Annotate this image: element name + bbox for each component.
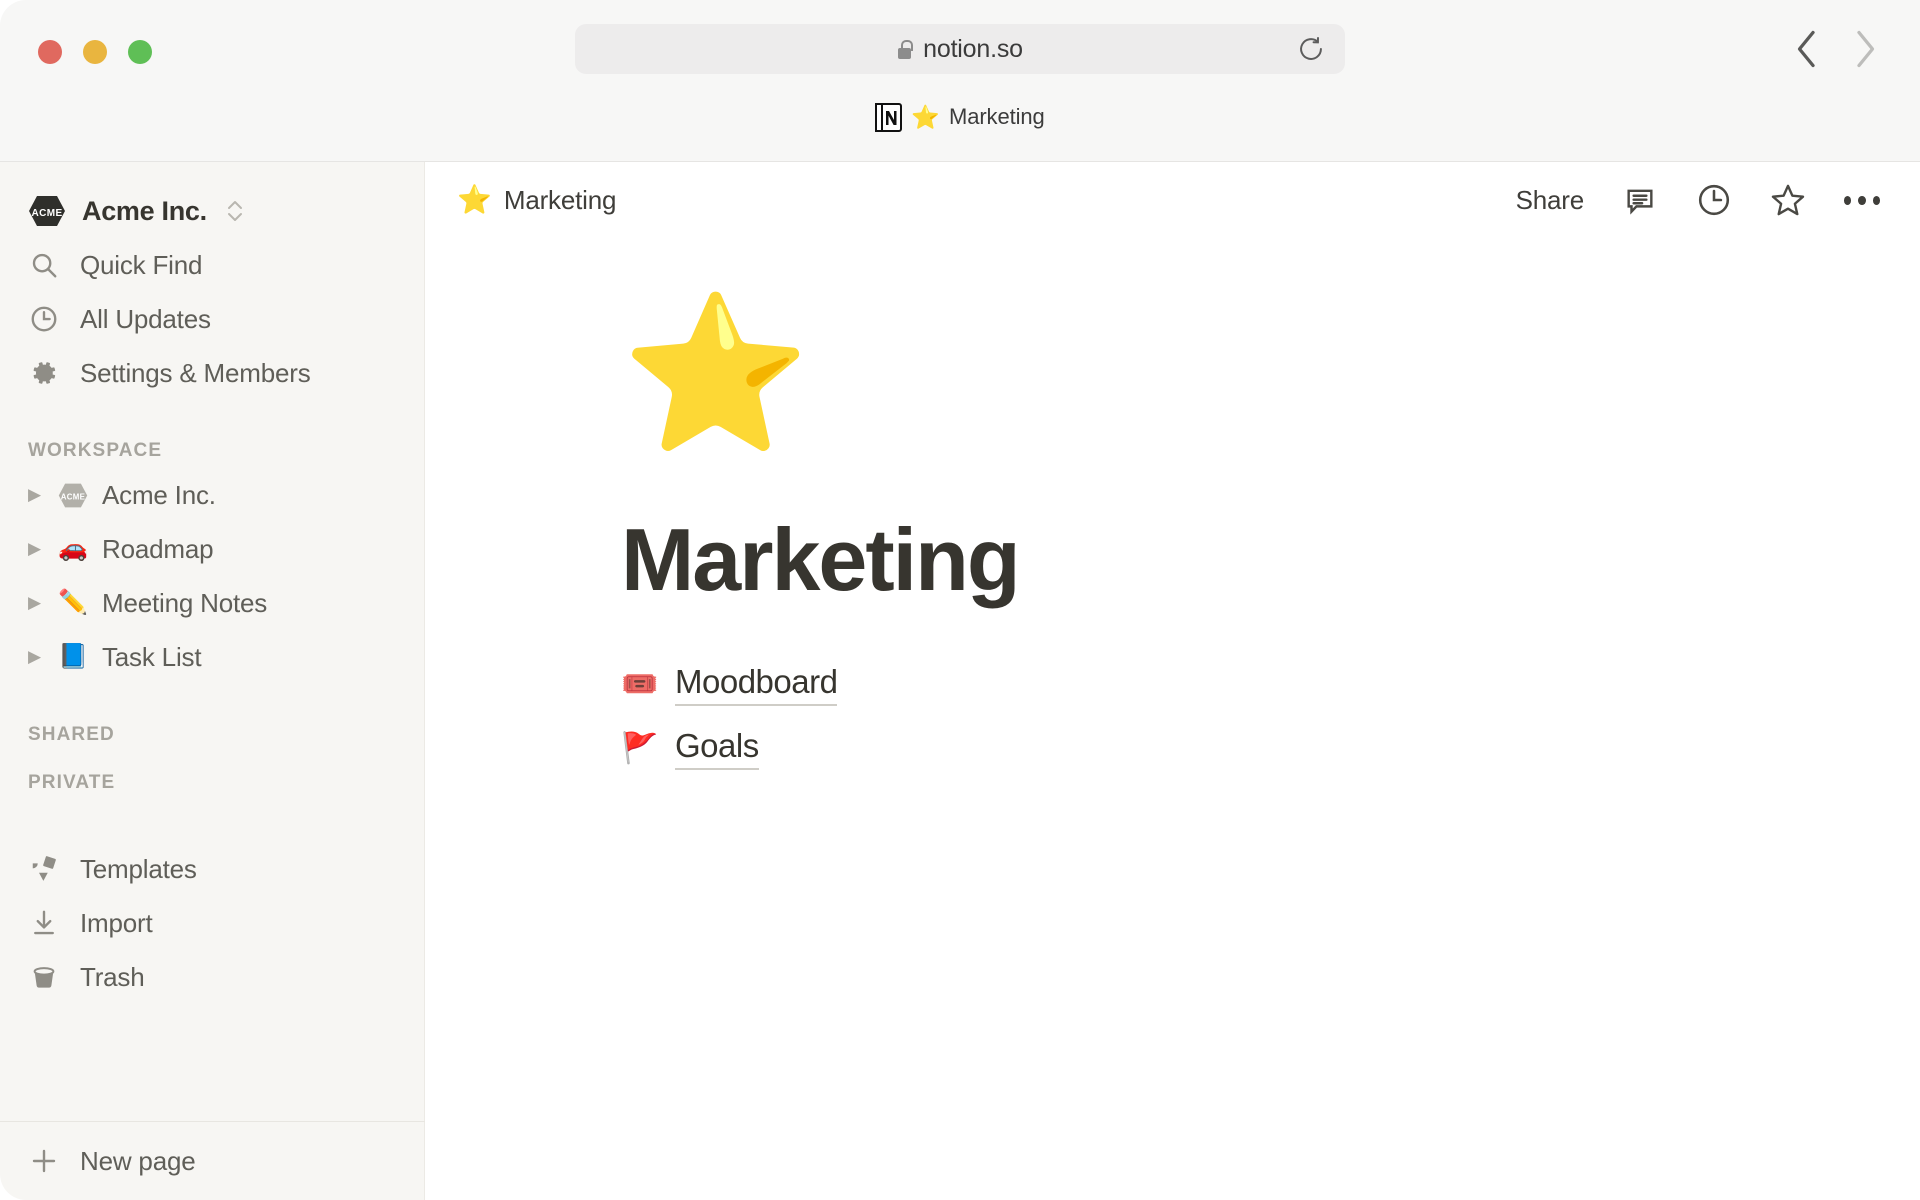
- import-icon: [28, 907, 60, 939]
- templates-icon: [28, 853, 60, 885]
- more-options-icon[interactable]: [1844, 182, 1880, 218]
- browser-chrome: notion.so ⭐ Marketing: [0, 0, 1920, 162]
- favorite-star-icon[interactable]: [1770, 182, 1806, 218]
- section-label-shared: SHARED: [28, 724, 115, 745]
- sidebar-footer: New page: [0, 1121, 425, 1200]
- page-topbar: ⭐ Marketing Share: [425, 162, 1920, 238]
- minimize-window-button[interactable]: [83, 40, 107, 64]
- sidebar-page-meeting-notes[interactable]: ▶ ✏️ Meeting Notes: [0, 576, 425, 630]
- page-link-label: Goals: [675, 727, 759, 771]
- sidebar-page-label: Task List: [102, 641, 202, 672]
- workspace-switcher[interactable]: ACME Acme Inc.: [0, 184, 425, 238]
- expand-toggle-icon[interactable]: ▶: [28, 593, 58, 613]
- sidebar-page-roadmap[interactable]: ▶ 🚗 Roadmap: [0, 522, 425, 576]
- trash-icon: [28, 961, 60, 993]
- tab-emoji: ⭐: [911, 103, 940, 130]
- pencil-emoji-icon: ✏️: [58, 589, 88, 616]
- expand-toggle-icon[interactable]: ▶: [28, 647, 58, 667]
- sidebar-item-import[interactable]: Import: [0, 896, 425, 950]
- sidebar-item-settings-members[interactable]: Settings & Members: [0, 346, 425, 400]
- sidebar-item-label: Templates: [80, 853, 197, 884]
- sidebar-item-label: All Updates: [80, 303, 211, 334]
- expand-toggle-icon[interactable]: ▶: [28, 485, 58, 505]
- car-emoji-icon: 🚗: [58, 535, 88, 562]
- search-icon: [28, 249, 60, 281]
- lock-icon: [897, 39, 913, 59]
- page-link-label: Moodboard: [675, 663, 838, 707]
- sidebar-page-label: Acme Inc.: [102, 479, 216, 510]
- sidebar-item-trash[interactable]: Trash: [0, 950, 425, 1004]
- new-page-button[interactable]: New page: [0, 1122, 425, 1200]
- gear-icon: [28, 357, 60, 389]
- forward-button[interactable]: [1850, 26, 1880, 72]
- close-window-button[interactable]: [38, 40, 62, 64]
- share-button[interactable]: Share: [1516, 185, 1585, 216]
- page-link-moodboard[interactable]: 🎟️ Moodboard: [621, 653, 1920, 717]
- dot: [1844, 195, 1852, 205]
- clock-icon: [28, 303, 60, 335]
- comment-icon[interactable]: [1622, 182, 1658, 218]
- sidebar-item-quick-find[interactable]: Quick Find: [0, 238, 425, 292]
- browser-tab[interactable]: ⭐ Marketing: [865, 99, 1054, 136]
- svg-text:ACME: ACME: [31, 208, 62, 219]
- page-link-goals[interactable]: 🚩 Goals: [621, 717, 1920, 781]
- sidebar-page-acme-inc[interactable]: ▶ ACME Acme Inc.: [0, 468, 425, 522]
- plus-icon: [28, 1145, 60, 1177]
- address-bar[interactable]: notion.so: [575, 24, 1345, 74]
- blue-book-emoji-icon: 📘: [58, 643, 88, 670]
- history-clock-icon[interactable]: [1696, 182, 1732, 218]
- tab-title: Marketing: [948, 104, 1045, 129]
- section-label-private: PRIVATE: [28, 772, 116, 793]
- maximize-window-button[interactable]: [128, 40, 152, 64]
- sidebar: ACME Acme Inc. Quick Find All Updates Se…: [0, 162, 425, 1200]
- dot: [1858, 195, 1866, 205]
- page-title[interactable]: Marketing: [621, 511, 1920, 609]
- section-label-workspace: WORKSPACE: [28, 440, 163, 461]
- address-bar-content: notion.so: [897, 35, 1023, 64]
- sidebar-page-task-list[interactable]: ▶ 📘 Task List: [0, 630, 425, 684]
- page-links-list: 🎟️ Moodboard 🚩 Goals: [621, 653, 1920, 781]
- sidebar-item-label: Import: [80, 907, 153, 938]
- navigation-buttons: [1792, 26, 1880, 72]
- ticket-emoji-icon: 🎟️: [621, 667, 659, 701]
- triangular-flag-emoji-icon: 🚩: [621, 731, 659, 765]
- new-page-label: New page: [80, 1145, 196, 1176]
- svg-text:ACME: ACME: [61, 492, 85, 501]
- breadcrumb-title: Marketing: [503, 184, 617, 215]
- traffic-lights: [38, 40, 152, 64]
- sidebar-item-label: Settings & Members: [80, 357, 311, 388]
- browser-window: notion.so ⭐ Marketing ACME Acme Inc. Qui…: [0, 0, 1920, 1200]
- acme-badge-icon: ACME: [58, 482, 92, 509]
- breadcrumb[interactable]: ⭐ Marketing: [457, 185, 616, 216]
- expand-toggle-icon[interactable]: ▶: [28, 539, 58, 559]
- sidebar-item-label: Quick Find: [80, 249, 203, 280]
- sidebar-page-label: Roadmap: [102, 533, 214, 564]
- sidebar-item-all-updates[interactable]: All Updates: [0, 292, 425, 346]
- page-icon-star-emoji[interactable]: ⭐: [621, 298, 1920, 468]
- sidebar-page-label: Meeting Notes: [102, 587, 268, 618]
- back-button[interactable]: [1792, 26, 1822, 72]
- main-content: ⭐ Marketing Share ⭐ Marketing 🎟️ Moodboa…: [425, 162, 1920, 1200]
- tab-strip: ⭐ Marketing: [0, 88, 1920, 146]
- page-body: ⭐ Marketing 🎟️ Moodboard 🚩 Goals: [425, 238, 1920, 781]
- sidebar-item-templates[interactable]: Templates: [0, 842, 425, 896]
- reload-icon[interactable]: [1297, 35, 1325, 63]
- star-emoji-icon: ⭐: [457, 184, 492, 215]
- dot: [1872, 195, 1880, 205]
- url-text: notion.so: [923, 34, 1023, 63]
- workspace-name: Acme Inc.: [82, 195, 207, 226]
- chevron-up-down-icon: [225, 196, 245, 226]
- topbar-actions: Share: [1516, 182, 1880, 218]
- acme-badge-icon: ACME: [28, 194, 66, 228]
- sidebar-item-label: Trash: [80, 961, 145, 992]
- notion-logo-icon: [875, 102, 903, 132]
